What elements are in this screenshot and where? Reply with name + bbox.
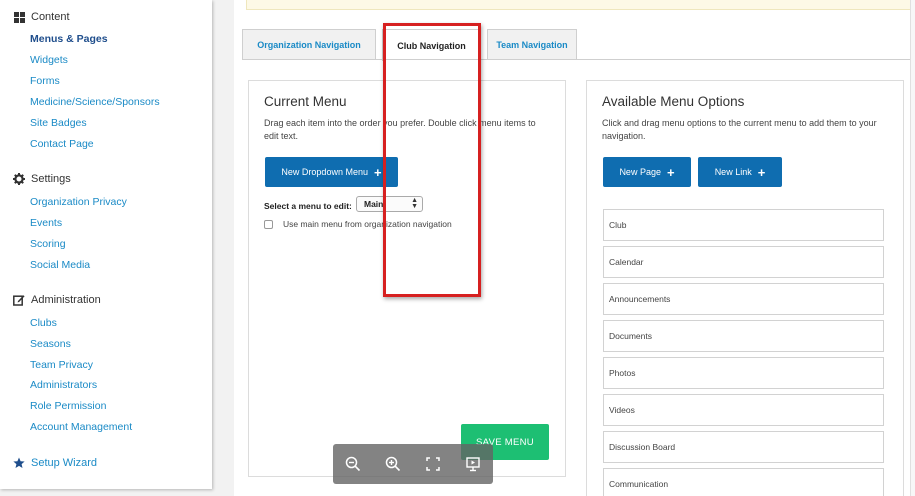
use-main-menu-checkbox[interactable]: [264, 220, 273, 229]
sidebar-item-events[interactable]: Events: [30, 217, 62, 229]
option-communication[interactable]: Communication: [603, 468, 884, 496]
sidebar: Content Menus & Pages Widgets Forms Medi…: [0, 0, 212, 489]
edit-icon: [13, 294, 25, 306]
sidebar-item-organization-privacy[interactable]: Organization Privacy: [30, 196, 127, 208]
sidebar-item-team-privacy[interactable]: Team Privacy: [30, 359, 93, 371]
menu-select-value: Main: [364, 199, 384, 209]
plus-icon: +: [373, 164, 382, 180]
option-videos[interactable]: Videos: [603, 394, 884, 426]
section-content: Content: [13, 11, 70, 23]
sidebar-item-forms[interactable]: Forms: [30, 75, 60, 87]
section-settings: Settings: [13, 173, 71, 185]
section-administration: Administration: [13, 294, 101, 306]
plus-icon: +: [757, 164, 766, 180]
sidebar-item-site-badges[interactable]: Site Badges: [30, 117, 87, 129]
section-settings-title: Settings: [31, 173, 71, 185]
sidebar-item-widgets[interactable]: Widgets: [30, 54, 68, 66]
section-administration-title: Administration: [31, 294, 101, 306]
option-calendar[interactable]: Calendar: [603, 246, 884, 278]
sidebar-item-menus-pages[interactable]: Menus & Pages: [30, 33, 108, 45]
new-link-label: New Link: [714, 167, 752, 177]
setup-wizard-link[interactable]: Setup Wizard: [13, 457, 97, 469]
new-dropdown-menu-label: New Dropdown Menu: [281, 167, 368, 177]
zoom-in-icon[interactable]: [384, 455, 402, 473]
sidebar-item-social-media[interactable]: Social Media: [30, 259, 90, 271]
option-discussion-board[interactable]: Discussion Board: [603, 431, 884, 463]
sidebar-item-medicine-science-sponsors[interactable]: Medicine/Science/Sponsors: [30, 96, 160, 108]
sidebar-item-contact-page[interactable]: Contact Page: [30, 138, 94, 150]
page-root: Content Menus & Pages Widgets Forms Medi…: [0, 0, 915, 496]
sidebar-item-scoring[interactable]: Scoring: [30, 238, 66, 250]
sidebar-item-account-management[interactable]: Account Management: [30, 421, 132, 433]
grid-icon: [13, 11, 25, 23]
highlight-annotation: [383, 23, 481, 297]
sidebar-item-role-permission[interactable]: Role Permission: [30, 400, 106, 412]
new-page-button[interactable]: New Page +: [603, 157, 691, 187]
sidebar-item-seasons[interactable]: Seasons: [30, 338, 71, 350]
available-options-panel: Available Menu Options Click and drag me…: [586, 80, 904, 496]
select-menu-label: Select a menu to edit:: [264, 201, 352, 211]
zoom-out-icon[interactable]: [344, 455, 362, 473]
tab-team-navigation[interactable]: Team Navigation: [487, 29, 577, 60]
setup-wizard-label: Setup Wizard: [31, 457, 98, 469]
option-club[interactable]: Club: [603, 209, 884, 241]
available-options-title: Available Menu Options: [602, 94, 745, 109]
new-page-label: New Page: [619, 167, 661, 177]
scrollbar[interactable]: [910, 0, 915, 496]
option-documents[interactable]: Documents: [603, 320, 884, 352]
presentation-icon[interactable]: [464, 455, 482, 473]
zoom-toolbar: [333, 444, 493, 484]
new-dropdown-menu-button[interactable]: New Dropdown Menu +: [265, 157, 398, 187]
star-icon: [13, 457, 25, 469]
fullscreen-icon[interactable]: [424, 455, 442, 473]
main-panel: Organization Navigation Club Navigation …: [234, 0, 915, 496]
section-content-title: Content: [31, 11, 70, 23]
tab-organization-navigation[interactable]: Organization Navigation: [242, 29, 376, 60]
new-link-button[interactable]: New Link +: [698, 157, 782, 187]
current-menu-title: Current Menu: [264, 94, 347, 109]
sidebar-item-clubs[interactable]: Clubs: [30, 317, 57, 329]
notice-banner: [246, 0, 915, 10]
available-options-description: Click and drag menu options to the curre…: [602, 118, 877, 141]
plus-icon: +: [666, 164, 675, 180]
sidebar-item-administrators[interactable]: Administrators: [30, 379, 97, 391]
option-announcements[interactable]: Announcements: [603, 283, 884, 315]
tabs-divider: [242, 59, 915, 60]
gear-icon: [13, 173, 25, 185]
option-photos[interactable]: Photos: [603, 357, 884, 389]
